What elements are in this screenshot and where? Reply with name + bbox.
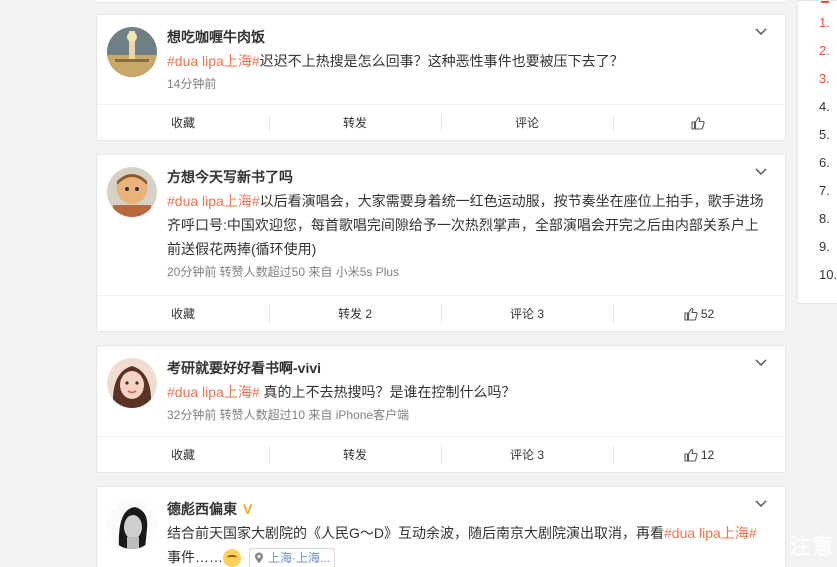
thinking-face-emoji-icon: [223, 549, 241, 567]
hot-list-item[interactable]: [798, 1, 837, 9]
post-meta: 20分钟前 转赞人数超过50 来自 小米5s Plus: [167, 265, 400, 279]
post-body: 考研就要好好看书啊-vivi #dua lipa上海# 真的上不去热搜吗？是谁在…: [97, 346, 785, 424]
thumbs-up-icon: [684, 448, 698, 462]
hot-list-item[interactable]: 6.: [798, 149, 837, 177]
like-button[interactable]: 12: [613, 437, 785, 472]
repost-button[interactable]: 转发: [269, 437, 441, 472]
collect-button[interactable]: 收藏: [97, 105, 269, 140]
watermark: 注意: [788, 534, 835, 559]
repost-button[interactable]: 转发 2: [269, 296, 441, 331]
post-body: 方想今天写新书了吗 #dua lipa上海#以后看演唱会，大家需要身着统一红色运…: [97, 155, 785, 281]
post-card: 考研就要好好看书啊-vivi #dua lipa上海# 真的上不去热搜吗？是谁在…: [96, 345, 786, 473]
topic-tag[interactable]: #dua lipa上海#: [664, 525, 757, 541]
like-button[interactable]: 52: [613, 296, 785, 331]
username[interactable]: 考研就要好好看书啊-vivi: [167, 358, 769, 378]
chevron-down-icon[interactable]: [753, 25, 769, 39]
like-count: 12: [700, 447, 715, 462]
location-tag[interactable]: 上海·上海...: [249, 548, 335, 567]
avatar[interactable]: [107, 358, 157, 408]
post-body: 想吃咖喱牛肉饭 #dua lipa上海#迟迟不上热搜是怎么回事？这种恶性事件也要…: [97, 15, 785, 93]
post-card: 方想今天写新书了吗 #dua lipa上海#以后看演唱会，大家需要身着统一红色运…: [96, 154, 786, 332]
topic-tag[interactable]: #dua lipa上海#: [167, 53, 260, 69]
comment-button[interactable]: 评论 3: [441, 437, 613, 472]
location-pin-icon: [255, 552, 263, 564]
hot-list-item[interactable]: 9.: [798, 233, 837, 261]
post-card: 德彪西偏東 V 结合前天国家大剧院的《人民G～D》互动余波，随后南京大剧院演出取…: [96, 486, 786, 567]
post-body: 德彪西偏東 V 结合前天国家大剧院的《人民G～D》互动余波，随后南京大剧院演出取…: [97, 487, 785, 567]
hot-list-item[interactable]: 8.: [798, 205, 837, 233]
avatar[interactable]: [107, 167, 157, 217]
avatar[interactable]: [107, 499, 157, 549]
topic-tag[interactable]: #dua lipa上海#: [167, 384, 260, 400]
repost-button[interactable]: 转发: [269, 105, 441, 140]
hot-list-item[interactable]: 2.: [798, 37, 837, 65]
hot-list-item[interactable]: 4.: [798, 93, 837, 121]
post-meta: 14分钟前: [167, 77, 217, 91]
hot-list-item[interactable]: 7.: [798, 177, 837, 205]
avatar[interactable]: [107, 27, 157, 77]
hot-list-sidebar: 1. 2. 3. 4. 5. 6. 7. 8. 9. 10.: [797, 0, 837, 304]
username[interactable]: 想吃咖喱牛肉饭: [167, 27, 769, 47]
topic-tag[interactable]: #dua lipa上海#: [167, 193, 260, 209]
hot-list-item[interactable]: 10.: [798, 261, 837, 289]
post-text: #dua lipa上海#迟迟不上热搜是怎么回事？这种恶性事件也要被压下去了？: [167, 53, 624, 69]
hot-list-item[interactable]: 3.: [798, 65, 837, 93]
previous-card-edge: [96, 0, 786, 3]
post-text: #dua lipa上海# 真的上不去热搜吗？是谁在控制什么吗？: [167, 384, 516, 400]
chevron-down-icon[interactable]: [753, 497, 769, 511]
action-bar: 收藏 转发 评论: [97, 104, 785, 140]
like-count: 52: [700, 306, 715, 321]
chevron-down-icon[interactable]: [753, 165, 769, 179]
comment-button[interactable]: 评论: [441, 105, 613, 140]
like-button[interactable]: [613, 105, 785, 140]
thumbs-up-icon: [690, 116, 705, 130]
collect-button[interactable]: 收藏: [97, 437, 269, 472]
collect-button[interactable]: 收藏: [97, 296, 269, 331]
hot-list-item[interactable]: 5.: [798, 121, 837, 149]
post-card: 想吃咖喱牛肉饭 #dua lipa上海#迟迟不上热搜是怎么回事？这种恶性事件也要…: [96, 14, 786, 141]
verified-badge-icon: V: [243, 501, 253, 517]
action-bar: 收藏 转发 2 评论 3 52: [97, 295, 785, 331]
username[interactable]: 德彪西偏東 V: [167, 499, 769, 519]
hot-list-item[interactable]: 1.: [798, 9, 837, 37]
post-text: 结合前天国家大剧院的《人民G～D》互动余波，随后南京大剧院演出取消，再看#dua…: [167, 521, 769, 567]
chevron-down-icon[interactable]: [753, 356, 769, 370]
action-bar: 收藏 转发 评论 3 12: [97, 436, 785, 472]
thumbs-up-icon: [684, 307, 698, 321]
comment-button[interactable]: 评论 3: [441, 296, 613, 331]
post-text: #dua lipa上海#以后看演唱会，大家需要身着统一红色运动服，按节奏坐在座位…: [167, 193, 764, 257]
post-meta: 32分钟前 转赞人数超过10 来自 iPhone客户端: [167, 408, 410, 422]
username[interactable]: 方想今天写新书了吗: [167, 167, 769, 187]
